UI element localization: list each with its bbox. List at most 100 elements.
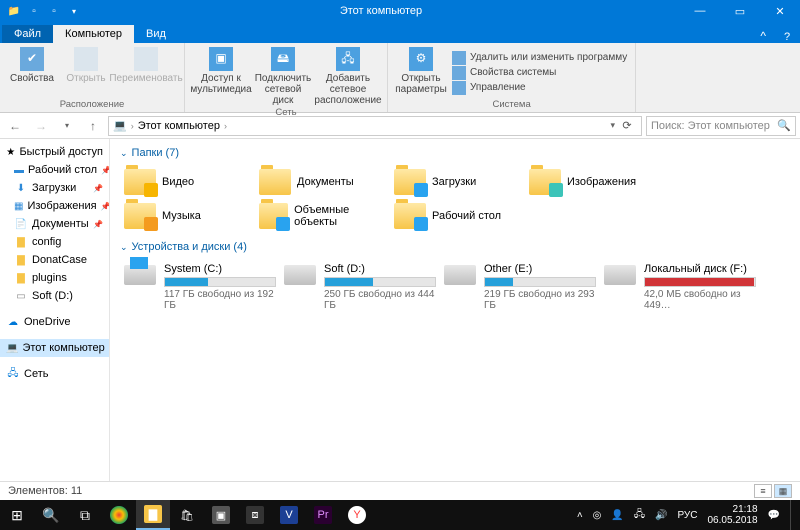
tab-computer[interactable]: Компьютер — [53, 25, 134, 43]
folder-documents[interactable]: Документы — [255, 165, 390, 199]
sidebar-donatcase[interactable]: ▇DonatCase — [0, 251, 109, 269]
taskbar-app[interactable]: ▣ — [204, 500, 238, 530]
breadcrumb[interactable]: Этот компьютер — [138, 120, 220, 132]
minimize-button[interactable]: — — [680, 0, 720, 22]
sidebar-onedrive[interactable]: ☁OneDrive — [0, 313, 109, 331]
explorer-body: ★Быстрый доступ ▬Рабочий стол📌 ⬇Загрузки… — [0, 139, 800, 481]
refresh-button[interactable]: ⟳ — [617, 119, 637, 132]
folder-desktop[interactable]: Рабочий стол — [390, 199, 525, 233]
search-taskbar-button[interactable]: 🔍 — [34, 500, 68, 530]
tiles-view-button[interactable]: ▦ — [774, 484, 792, 498]
taskbar-app[interactable]: Y — [340, 500, 374, 530]
manage-button[interactable]: Управление — [452, 81, 627, 95]
properties-button[interactable]: ✔Свойства — [8, 47, 56, 98]
taskbar-app[interactable] — [102, 500, 136, 530]
tab-file[interactable]: Файл — [2, 25, 53, 43]
folder-3d-objects[interactable]: Объемные объекты — [255, 199, 390, 233]
drive-item[interactable]: Локальный диск (F:)42,0 МБ свободно из 4… — [600, 259, 760, 315]
tray-network-icon[interactable]: 🖧 — [634, 507, 645, 524]
taskbar-explorer[interactable]: ▇ — [136, 500, 170, 530]
up-button[interactable]: ↑ — [82, 116, 104, 136]
drive-item[interactable]: Other (E:)219 ГБ свободно из 293 ГБ — [440, 259, 600, 315]
folder-videos[interactable]: Видео — [120, 165, 255, 199]
sidebar-this-pc[interactable]: 💻Этот компьютер — [0, 339, 109, 357]
uninstall-button[interactable]: Удалить или изменить программу — [452, 51, 627, 65]
tray-people-icon[interactable]: 👤 — [611, 510, 623, 521]
tray-steam-icon[interactable]: ◎ — [593, 510, 602, 521]
rename-button: Переименовать — [116, 47, 176, 98]
window-title: Этот компьютер — [82, 5, 680, 17]
sidebar-config[interactable]: ▇config — [0, 233, 109, 251]
back-button[interactable]: ← — [4, 116, 26, 136]
pin-icon: 📌 — [93, 184, 103, 193]
tray-overflow-icon[interactable]: ˄ — [577, 510, 583, 521]
drive-name: Локальный диск (F:) — [644, 263, 756, 275]
action-center-icon[interactable]: 💬 — [768, 510, 780, 521]
sidebar-network[interactable]: 🖧Сеть — [0, 365, 109, 383]
taskbar-app[interactable]: ⧈ — [238, 500, 272, 530]
address-bar[interactable]: 💻 › Этот компьютер › ▾ ⟳ — [108, 116, 642, 136]
ribbon-group-location: ✔Свойства Открыть Переименовать Располож… — [0, 43, 185, 112]
ribbon-group-system: ⚙Открыть параметры Удалить или изменить … — [388, 43, 636, 112]
ribbon-collapse-icon[interactable]: ^ — [752, 29, 774, 43]
address-dropdown-icon[interactable]: ▾ — [610, 120, 615, 131]
drive-item[interactable]: System (C:)117 ГБ свободно из 192 ГБ — [120, 259, 280, 315]
address-row: ← → ▾ ↑ 💻 › Этот компьютер › ▾ ⟳ Поиск: … — [0, 113, 800, 139]
qat-dropdown[interactable]: ▾ — [66, 3, 82, 19]
ribbon-group-network: ▣Доступ к мультимедиа 🖴Подключить сетево… — [185, 43, 388, 112]
drive-usage-bar — [644, 277, 756, 287]
system-properties-button[interactable]: Свойства системы — [452, 66, 627, 80]
start-button[interactable]: ⊞ — [0, 500, 34, 530]
help-icon[interactable]: ? — [774, 31, 800, 43]
folder-pictures[interactable]: Изображения — [525, 165, 660, 199]
star-icon: ★ — [6, 145, 15, 159]
folder-icon — [124, 169, 156, 195]
recent-dropdown-icon[interactable]: ▾ — [56, 116, 78, 136]
sidebar-downloads[interactable]: ⬇Загрузки📌 — [0, 179, 109, 197]
show-desktop-button[interactable] — [790, 500, 796, 530]
folder-music[interactable]: Музыка — [120, 199, 255, 233]
drives-grid: System (C:)117 ГБ свободно из 192 ГБSoft… — [120, 259, 790, 315]
drives-section-header[interactable]: ⌄Устройства и диски (4) — [120, 241, 790, 253]
forward-button[interactable]: → — [30, 116, 52, 136]
sidebar-soft-d[interactable]: ▭Soft (D:) — [0, 287, 109, 305]
status-bar: Элементов: 11 ≡ ▦ — [0, 481, 800, 500]
sidebar-quick-access[interactable]: ★Быстрый доступ — [0, 143, 109, 161]
sidebar-pictures[interactable]: ▦Изображения📌 — [0, 197, 109, 215]
folders-grid: Видео Документы Загрузки Изображения Муз… — [120, 165, 790, 233]
tray-language[interactable]: РУС — [677, 510, 697, 521]
desktop-icon: ▬ — [14, 163, 24, 177]
close-button[interactable]: ✕ — [760, 0, 800, 22]
taskbar-app[interactable]: V — [272, 500, 306, 530]
pin-icon: 📌 — [93, 220, 103, 229]
details-view-button[interactable]: ≡ — [754, 484, 772, 498]
sidebar-desktop[interactable]: ▬Рабочий стол📌 — [0, 161, 109, 179]
drive-usage-bar — [164, 277, 276, 287]
tab-view[interactable]: Вид — [134, 25, 178, 43]
sidebar-documents[interactable]: 📄Документы📌 — [0, 215, 109, 233]
folder-downloads[interactable]: Загрузки — [390, 165, 525, 199]
search-input[interactable]: Поиск: Этот компьютер 🔍 — [646, 116, 796, 136]
add-network-button[interactable]: 🖧Добавить сетевое расположение — [317, 47, 379, 106]
qat-item[interactable]: ▫ — [46, 3, 62, 19]
drive-usage-bar — [484, 277, 596, 287]
folder-icon: ▇ — [14, 253, 28, 267]
ribbon-group-label: Расположение — [8, 99, 176, 110]
taskbar-app[interactable]: Pr — [306, 500, 340, 530]
maximize-button[interactable]: ▭ — [720, 0, 760, 22]
media-access-button[interactable]: ▣Доступ к мультимедиа — [193, 47, 249, 106]
taskbar: ⊞ 🔍 ⧉ ▇ 🛍 ▣ ⧈ V Pr Y ˄ ◎ 👤 🖧 🔊 РУС 21:18… — [0, 500, 800, 530]
cloud-icon: ☁ — [6, 315, 20, 329]
task-view-button[interactable]: ⧉ — [68, 500, 102, 530]
taskbar-store[interactable]: 🛍 — [170, 500, 204, 530]
tray-clock[interactable]: 21:18 06.05.2018 — [707, 504, 757, 526]
folder-icon: ▇ — [14, 235, 28, 249]
qat-item[interactable]: ▫ — [26, 3, 42, 19]
folder-icon: ▇ — [14, 271, 28, 285]
drive-item[interactable]: Soft (D:)250 ГБ свободно из 444 ГБ — [280, 259, 440, 315]
tray-volume-icon[interactable]: 🔊 — [655, 510, 667, 521]
folders-section-header[interactable]: ⌄Папки (7) — [120, 147, 790, 159]
map-drive-button[interactable]: 🖴Подключить сетевой диск — [255, 47, 311, 106]
open-settings-button[interactable]: ⚙Открыть параметры — [396, 47, 446, 98]
sidebar-plugins[interactable]: ▇plugins — [0, 269, 109, 287]
